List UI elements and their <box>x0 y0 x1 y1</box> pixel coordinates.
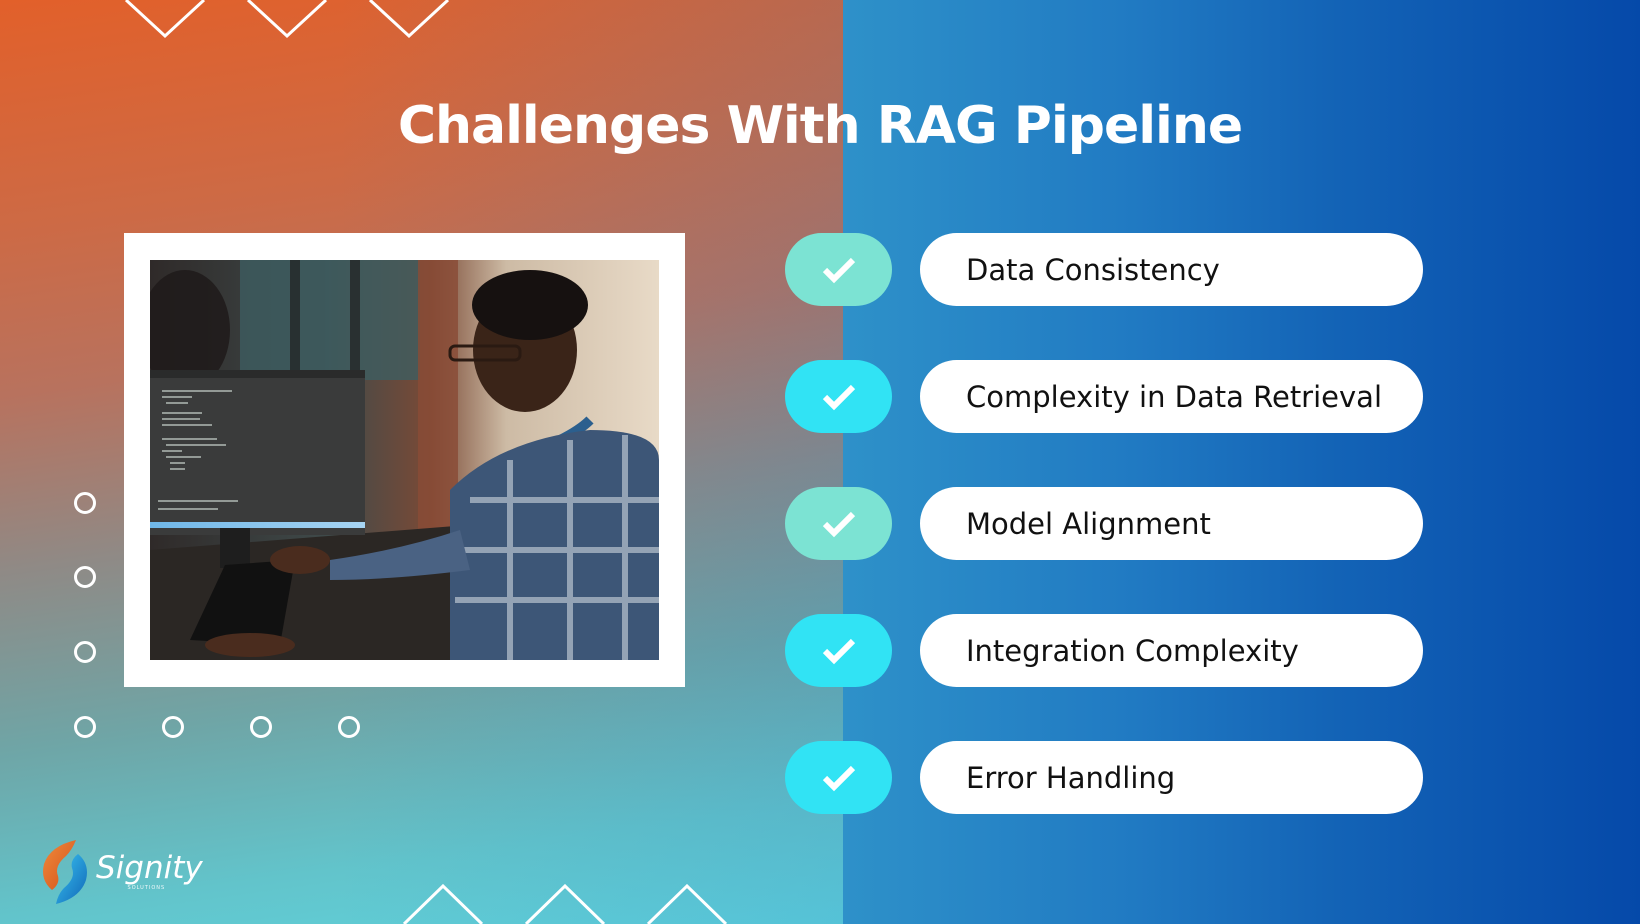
photo-frame <box>124 233 685 687</box>
check-icon <box>822 257 855 283</box>
check-icon <box>822 511 855 537</box>
challenge-label: Model Alignment <box>920 487 1423 560</box>
challenge-label: Complexity in Data Retrieval <box>920 360 1423 433</box>
chevron-down-icon <box>124 0 206 39</box>
signity-logo-mark-icon <box>43 840 87 904</box>
challenge-label: Integration Complexity <box>920 614 1423 687</box>
chevron-up-icon <box>646 884 728 924</box>
decorative-circle <box>74 566 96 588</box>
check-badge <box>785 741 892 814</box>
logo-name: Signity <box>96 850 203 886</box>
check-badge <box>785 614 892 687</box>
decorative-circle <box>250 716 272 738</box>
photo-illustration <box>150 260 659 660</box>
bottom-chevron-decoration <box>402 884 728 924</box>
check-icon <box>822 638 855 664</box>
signity-logo: Signity SOLUTIONS <box>38 838 203 906</box>
chevron-down-icon <box>368 0 450 39</box>
check-badge <box>785 487 892 560</box>
challenge-label: Data Consistency <box>920 233 1423 306</box>
chevron-down-icon <box>246 0 328 39</box>
decorative-circle <box>338 716 360 738</box>
check-badge <box>785 360 892 433</box>
decorative-circle <box>74 492 96 514</box>
decorative-circle <box>74 716 96 738</box>
check-icon <box>822 384 855 410</box>
chevron-up-icon <box>524 884 606 924</box>
decorative-circle <box>162 716 184 738</box>
decorative-circle <box>74 641 96 663</box>
top-chevron-decoration <box>124 0 450 39</box>
logo-tagline: SOLUTIONS <box>127 885 166 891</box>
check-icon <box>822 765 855 791</box>
developer-photo <box>150 260 659 660</box>
challenge-label: Error Handling <box>920 741 1423 814</box>
check-badge <box>785 233 892 306</box>
slide-title: Challenges With RAG Pipeline <box>397 96 1243 156</box>
logo-wordmark: Signity SOLUTIONS <box>90 850 203 892</box>
chevron-up-icon <box>402 884 484 924</box>
